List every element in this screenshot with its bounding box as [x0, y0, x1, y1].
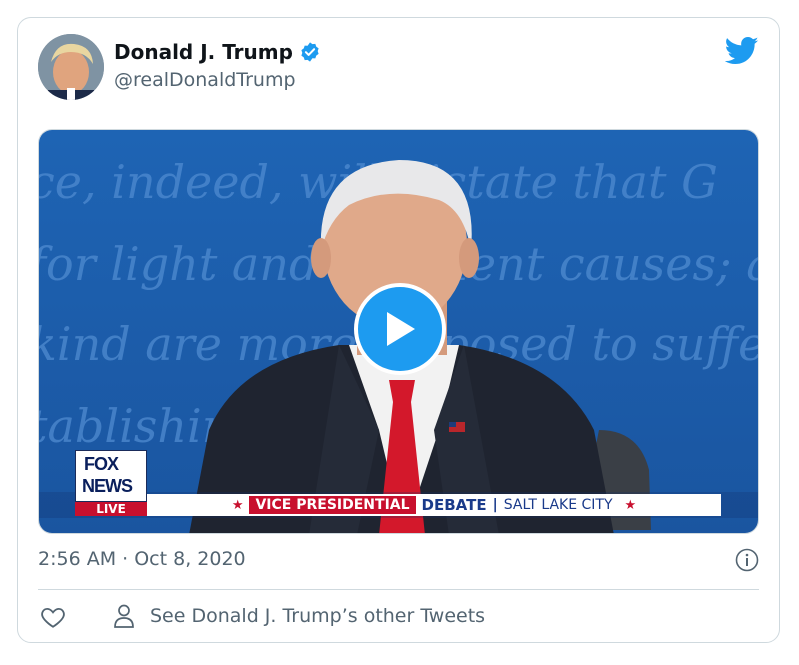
verified-badge-icon [301, 42, 319, 62]
tweet-embed-card: Donald J. Trump @realDonaldTrump ce, ind… [17, 17, 780, 643]
chyron-location: SALT LAKE CITY [503, 497, 613, 513]
play-button[interactable] [354, 283, 446, 375]
heart-icon[interactable] [40, 604, 66, 630]
play-icon [387, 312, 415, 346]
author-row: Donald J. Trump [114, 40, 321, 64]
live-badge: LIVE [75, 502, 147, 516]
star-icon: ★ [231, 497, 244, 513]
see-other-tweets-label: See Donald J. Trump’s other Tweets [150, 605, 486, 627]
author-name[interactable]: Donald J. Trump [114, 40, 293, 64]
tweet-timestamp[interactable]: 2:56 AM · Oct 8, 2020 [38, 548, 246, 570]
author-handle[interactable]: @realDonaldTrump [114, 69, 296, 91]
star-icon: ★ [624, 497, 637, 513]
chyron-title: VICE PRESIDENTIAL [249, 496, 416, 514]
person-icon [114, 604, 134, 628]
see-other-tweets-link[interactable]: See Donald J. Trump’s other Tweets [112, 603, 485, 629]
network-logo-line1: FOX [84, 454, 119, 474]
avatar[interactable] [38, 34, 104, 100]
twitter-bird-icon[interactable] [725, 36, 759, 66]
divider [38, 589, 759, 590]
info-icon[interactable] [735, 548, 759, 572]
chyron-subtitle: DEBATE [421, 496, 487, 514]
network-logo: FOX NEWS LIVE [75, 450, 147, 516]
chyron-banner: ★ VICE PRESIDENTIAL DEBATE | SALT LAKE C… [147, 494, 721, 516]
video-player[interactable]: ce, indeed, will dictate that G for ligh… [38, 129, 759, 534]
network-logo-box: FOX NEWS [75, 450, 147, 502]
network-logo-line2: NEWS [82, 476, 133, 496]
